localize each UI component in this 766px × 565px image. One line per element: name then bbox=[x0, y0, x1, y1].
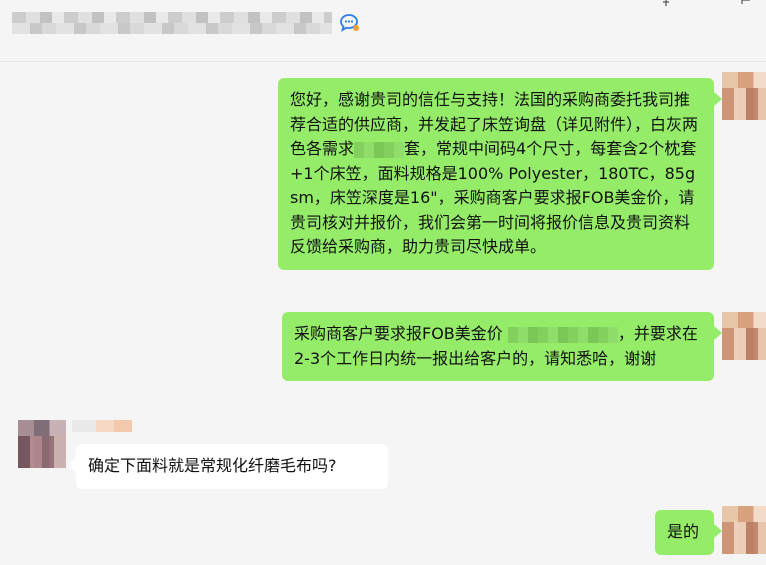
avatar-self[interactable] bbox=[722, 312, 766, 360]
minimize-icon[interactable] bbox=[740, 0, 752, 6]
message-bubble: 采购商客户要求报FOB美金价 ，并要求在2-3个工作日内统一报出给客户的，请知悉… bbox=[282, 312, 722, 381]
chat-header bbox=[0, 0, 766, 62]
message-text: 采购商客户要求报FOB美金价 bbox=[294, 324, 503, 343]
avatar-contact[interactable] bbox=[18, 420, 66, 468]
message-bubble: 您好，感谢贵司的信任与支持！法国的采购商委托我司推荐合适的供应商，并发起了床笠询… bbox=[278, 78, 722, 270]
message-bubble: 确定下面料就是常规化纤磨毛布吗? bbox=[68, 444, 388, 489]
message-text: 确定下面料就是常规化纤磨毛布吗? bbox=[88, 456, 337, 475]
redacted-quantity bbox=[354, 141, 405, 158]
chat-bubble-icon[interactable] bbox=[338, 12, 360, 34]
avatar-self[interactable] bbox=[722, 506, 766, 554]
message-text: 是的 bbox=[667, 522, 700, 541]
message-bubble: 是的 bbox=[655, 510, 722, 555]
avatar-self[interactable] bbox=[722, 72, 766, 120]
pin-icon[interactable] bbox=[660, 0, 672, 6]
contact-name-redacted bbox=[72, 420, 132, 432]
chat-title-redacted bbox=[12, 12, 332, 34]
redacted-price bbox=[507, 326, 618, 343]
